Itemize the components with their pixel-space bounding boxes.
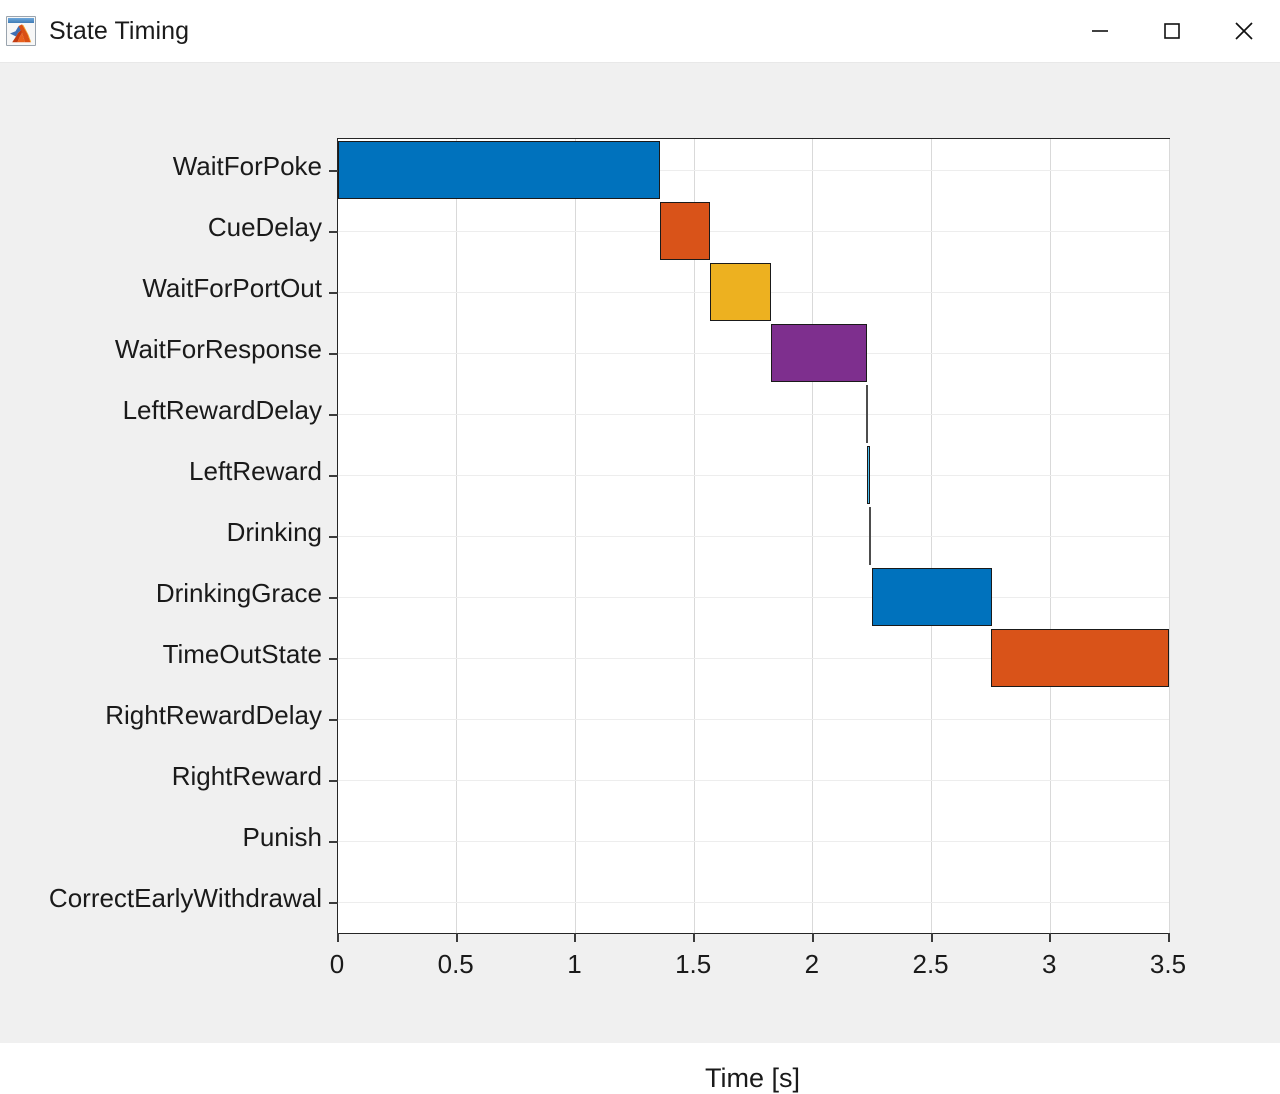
y-axis-tick-label: DrinkingGrace — [155, 578, 322, 609]
x-axis-tick — [930, 933, 933, 942]
x-axis-tick — [455, 933, 458, 942]
x-axis-tick-label: 0 — [329, 949, 345, 979]
y-axis-tick — [329, 780, 338, 782]
y-axis-tick — [329, 475, 338, 477]
y-axis-tick — [329, 597, 338, 599]
y-axis-tick — [329, 292, 338, 294]
y-axis-tick-label: CueDelay — [207, 211, 322, 242]
x-axis-tick-label: 0.5 — [437, 949, 474, 979]
y-axis-tick — [329, 902, 338, 904]
bars-layer — [338, 139, 1169, 933]
window-title: State Timing — [49, 16, 190, 45]
x-axis-tick — [693, 933, 696, 942]
state-bar — [865, 384, 868, 443]
x-axis-tick — [811, 933, 814, 942]
state-bar — [872, 568, 993, 627]
y-axis-tick — [329, 658, 338, 660]
matlab-figure: State Timing, Trial 2 WaitForPokeCueDela… — [0, 63, 1280, 1093]
matlab-icon — [6, 16, 36, 46]
x-axis-tick — [337, 933, 339, 942]
y-axis-tick-label: CorrectEarlyWithdrawal — [48, 883, 322, 914]
x-axis-tick-label: 1 — [567, 949, 582, 979]
y-axis-tick-label: LeftReward — [189, 455, 322, 486]
y-axis-tick — [329, 841, 338, 843]
state-bar — [991, 629, 1169, 688]
y-axis-tick-label: WaitForPoke — [172, 150, 322, 181]
minimize-button[interactable] — [1064, 0, 1136, 63]
window-controls — [1064, 0, 1280, 63]
y-axis-tick — [329, 719, 338, 721]
y-axis-tick-label: RightReward — [171, 761, 322, 792]
x-axis-tick — [1049, 933, 1052, 942]
y-axis-tick-label: LeftRewardDelay — [122, 394, 322, 425]
state-bar — [869, 507, 871, 565]
y-axis-tick — [329, 170, 338, 172]
close-button[interactable] — [1208, 0, 1280, 63]
minimize-icon — [1092, 30, 1108, 32]
x-axis-tick — [574, 933, 577, 942]
matlab-membrane-glyph — [10, 24, 32, 43]
x-axis-tick-label: 3 — [1042, 949, 1057, 979]
y-axis-tick — [329, 353, 338, 355]
x-axis-tick — [1168, 933, 1170, 942]
y-axis-tick — [329, 536, 338, 538]
y-axis-tick-label: Punish — [242, 822, 323, 853]
close-icon — [1235, 22, 1253, 40]
plot-axes[interactable] — [329, 138, 1170, 942]
state-bar — [866, 445, 870, 504]
y-axis-tick-label: Drinking — [226, 517, 322, 547]
y-axis-tick-label: WaitForResponse — [114, 333, 322, 364]
y-axis-tick-label: RightRewardDelay — [105, 700, 322, 731]
x-axis-tick-label: 2 — [804, 949, 820, 979]
state-bar — [659, 201, 711, 260]
window-titlebar: State Timing — [0, 0, 1280, 63]
x-axis-tick-label: 1.5 — [675, 949, 712, 979]
y-axis-tick — [329, 231, 338, 233]
state-bar — [338, 140, 660, 199]
state-bar — [710, 262, 772, 321]
x-axis-tick-label: 2.5 — [912, 949, 949, 979]
y-axis-tick-label: TimeOutState — [162, 639, 322, 670]
x-axis-label: Time [s] — [704, 1063, 800, 1093]
x-axis-tick-label: 3.5 — [1149, 949, 1187, 979]
y-axis-tick — [329, 414, 338, 416]
state-bar — [771, 323, 867, 382]
y-axis-tick-label: WaitForPortOut — [142, 272, 322, 303]
matlab-icon-titlestrip — [8, 18, 34, 23]
maximize-button[interactable] — [1136, 0, 1208, 63]
maximize-icon — [1164, 23, 1180, 39]
